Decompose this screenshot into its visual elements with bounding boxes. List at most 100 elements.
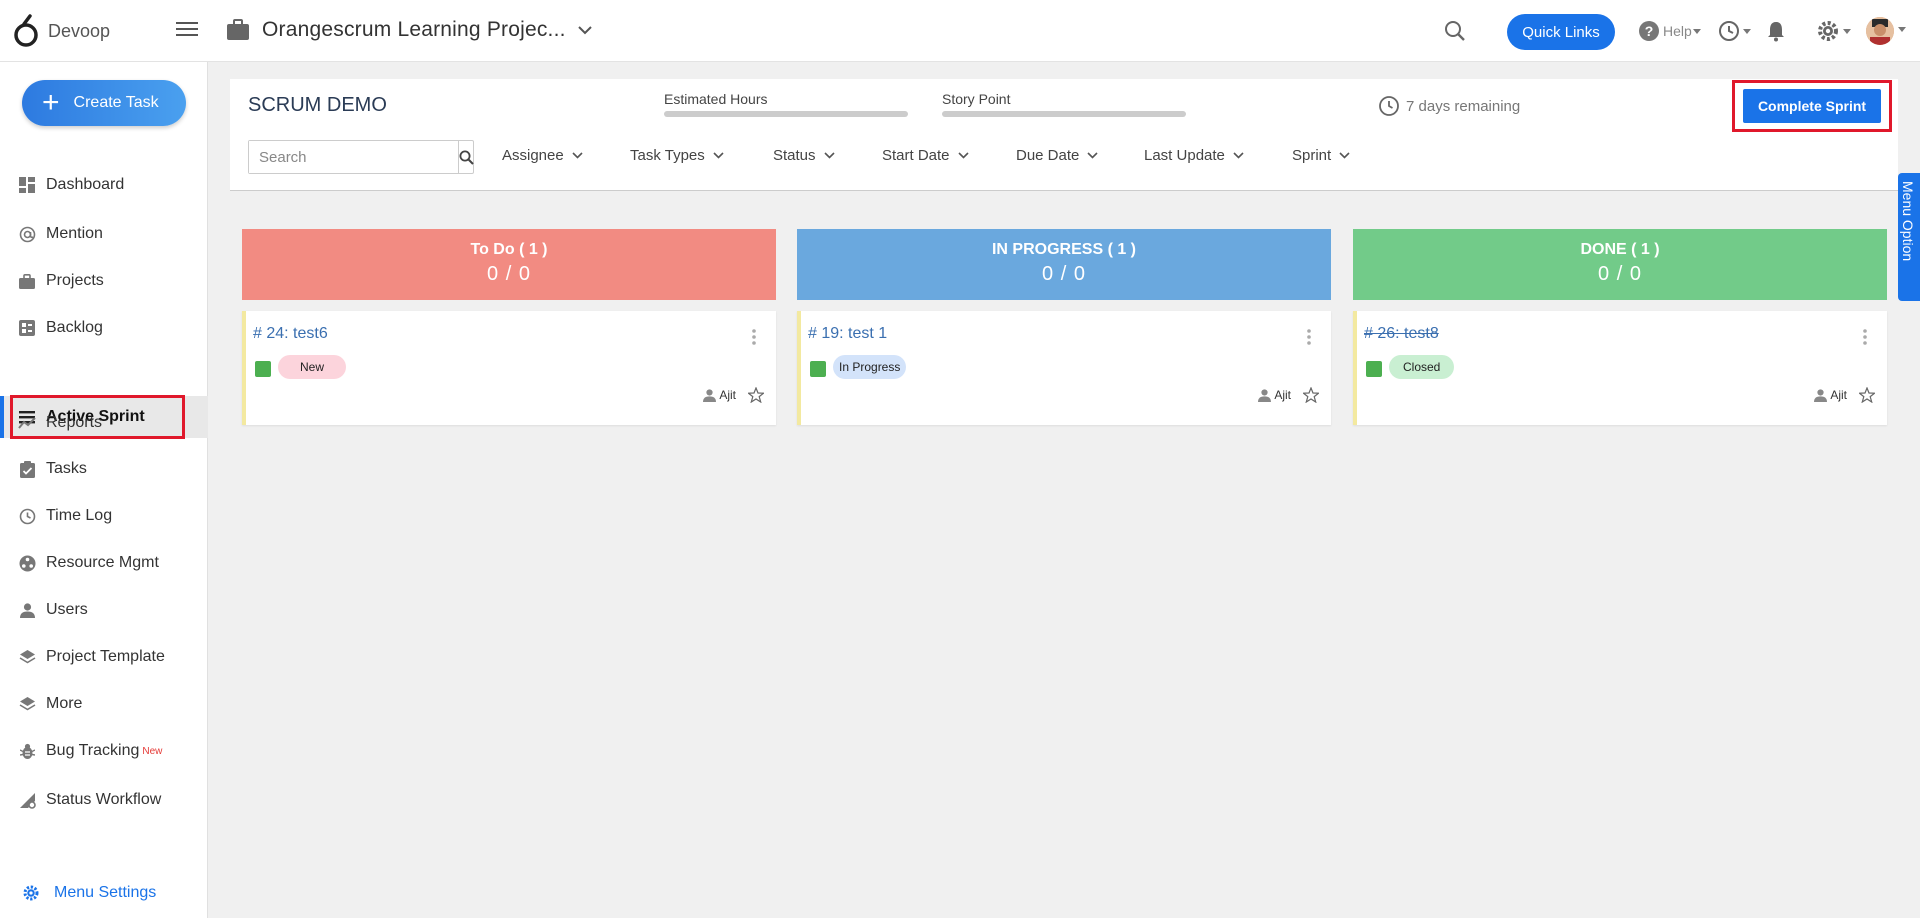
story-point-bar: [942, 111, 1186, 117]
filter-label: Status: [773, 147, 816, 164]
sidebar-item-label: Time Log: [46, 507, 113, 524]
chevron-down-icon: [713, 152, 724, 159]
create-task-button[interactable]: + Create Task: [22, 80, 186, 126]
star-icon[interactable]: [1859, 387, 1875, 403]
status-badge: New: [278, 355, 347, 379]
filter-start-date[interactable]: Start Date: [882, 147, 969, 164]
sidebar-item-reports[interactable]: Reports: [0, 402, 208, 444]
filter-status[interactable]: Status: [773, 147, 835, 164]
bell-icon[interactable]: [1766, 20, 1786, 42]
star-icon[interactable]: [1303, 387, 1319, 403]
sidebar-item-project-template[interactable]: Project Template: [0, 636, 208, 678]
menu-option-tab[interactable]: Menu Option: [1898, 173, 1920, 301]
sprint-header-panel: SCRUM DEMO Estimated Hours Story Point 7…: [230, 79, 1898, 191]
column-header: To Do ( 1 ) 0 / 0: [242, 229, 776, 300]
filter-label: Due Date: [1016, 147, 1080, 164]
caret-down-icon[interactable]: [1898, 27, 1906, 32]
project-switcher[interactable]: Orangescrum Learning Projec...: [226, 18, 592, 42]
chevron-down-icon: [1339, 152, 1350, 159]
task-card[interactable]: # 26: test8 Closed Ajit: [1353, 311, 1887, 425]
create-task-label: Create Task: [73, 94, 159, 111]
chevron-down-icon: [572, 152, 583, 159]
menu-toggle-icon[interactable]: [176, 22, 198, 38]
kebab-menu-icon[interactable]: [1863, 329, 1867, 345]
sidebar-item-more[interactable]: More: [0, 683, 208, 725]
remaining-label: 7 days remaining: [1406, 97, 1521, 115]
sidebar-item-label: Status Workflow: [46, 791, 162, 808]
chevron-down-icon: [1233, 152, 1244, 159]
column-title: To Do ( 1 ): [470, 241, 548, 258]
search-input[interactable]: [249, 141, 458, 173]
assignee-name: Ajit: [1274, 388, 1291, 402]
task-type-icon: [1366, 361, 1382, 377]
timer-menu[interactable]: [1718, 20, 1751, 42]
sidebar-item-label: Project Template: [46, 648, 165, 665]
sidebar-item-label: Dashboard: [46, 176, 125, 193]
complete-sprint-button[interactable]: Complete Sprint: [1743, 89, 1881, 123]
story-point-label: Story Point: [942, 91, 1011, 107]
column-count: 0 / 0: [1042, 263, 1086, 285]
assignee-name: Ajit: [1830, 388, 1847, 402]
kanban-column-todo: To Do ( 1 ) 0 / 0 # 24: test6 New Ajit: [242, 229, 776, 425]
status-badge: Closed: [1389, 355, 1455, 379]
sidebar-item-projects[interactable]: Projects: [0, 260, 208, 302]
kanban-column-in-progress: IN PROGRESS ( 1 ) 0 / 0 # 19: test 1 In …: [797, 229, 1331, 425]
search-icon[interactable]: [1444, 20, 1466, 42]
menu-option-label: Menu Option: [1900, 181, 1916, 262]
clock-icon: [1379, 96, 1399, 116]
sidebar-item-bug-tracking[interactable]: Bug Tracking New: [0, 730, 208, 772]
star-icon[interactable]: [748, 387, 764, 403]
task-card[interactable]: # 19: test 1 In Progress Ajit: [797, 311, 1331, 425]
layers-icon: [18, 648, 36, 666]
filter-sprint[interactable]: Sprint: [1292, 147, 1350, 164]
task-title[interactable]: # 26: test8: [1364, 325, 1439, 343]
sidebar-item-label: Mention: [46, 225, 103, 242]
settings-menu[interactable]: [1816, 19, 1851, 43]
top-bar: Devoop Orangescrum Learning Projec... Qu…: [0, 0, 1920, 62]
kebab-menu-icon[interactable]: [752, 329, 756, 345]
column-title: IN PROGRESS ( 1 ): [991, 241, 1137, 258]
clipboard-icon: [18, 460, 36, 478]
filter-label: Assignee: [502, 147, 564, 164]
sidebar-item-time-log[interactable]: Time Log: [0, 495, 208, 537]
status-badge: In Progress: [833, 355, 907, 379]
sidebar-item-label: Backlog: [46, 319, 103, 336]
caret-down-icon: [1743, 28, 1751, 34]
search-button[interactable]: [458, 141, 474, 173]
menu-settings-label: Menu Settings: [54, 884, 157, 901]
user-icon: [18, 601, 36, 619]
task-title[interactable]: # 24: test6: [253, 325, 328, 343]
user-photo-icon: [1866, 17, 1894, 45]
sidebar-item-backlog[interactable]: Backlog: [0, 307, 208, 349]
help-menu[interactable]: ? Help: [1638, 20, 1701, 42]
sidebar-item-mention[interactable]: Mention: [0, 213, 208, 255]
menu-settings-link[interactable]: Menu Settings: [22, 884, 156, 902]
estimated-hours-label: Estimated Hours: [664, 91, 768, 107]
sidebar-item-tasks[interactable]: Tasks: [0, 448, 208, 490]
dashboard-icon: [18, 176, 36, 194]
avatar[interactable]: [1866, 17, 1894, 45]
logo[interactable]: Devoop: [12, 14, 110, 48]
kebab-menu-icon[interactable]: [1307, 329, 1311, 345]
gear-icon: [1818, 21, 1838, 41]
sidebar-item-label: Reports: [46, 414, 103, 431]
search-icon: [459, 150, 474, 165]
sidebar-item-users[interactable]: Users: [0, 589, 208, 631]
briefcase-icon: [227, 19, 249, 40]
quick-links-button[interactable]: Quick Links: [1507, 14, 1615, 50]
filter-assignee[interactable]: Assignee: [502, 147, 583, 164]
filter-due-date[interactable]: Due Date: [1016, 147, 1098, 164]
sidebar-item-label: Projects: [46, 272, 104, 289]
caret-down-icon: [1843, 28, 1851, 34]
task-search: [248, 140, 474, 174]
new-badge: New: [142, 745, 163, 757]
filter-label: Start Date: [882, 147, 950, 164]
filter-last-update[interactable]: Last Update: [1144, 147, 1244, 164]
sidebar-item-resource-mgmt[interactable]: Resource Mgmt: [0, 542, 208, 584]
sidebar-item-dashboard[interactable]: Dashboard: [0, 164, 208, 206]
sidebar-item-status-workflow[interactable]: Status Workflow: [0, 779, 208, 821]
filter-task-types[interactable]: Task Types: [630, 147, 724, 164]
task-card[interactable]: # 24: test6 New Ajit: [242, 311, 776, 425]
task-title[interactable]: # 19: test 1: [808, 325, 887, 343]
chevron-down-icon: [1087, 152, 1098, 159]
